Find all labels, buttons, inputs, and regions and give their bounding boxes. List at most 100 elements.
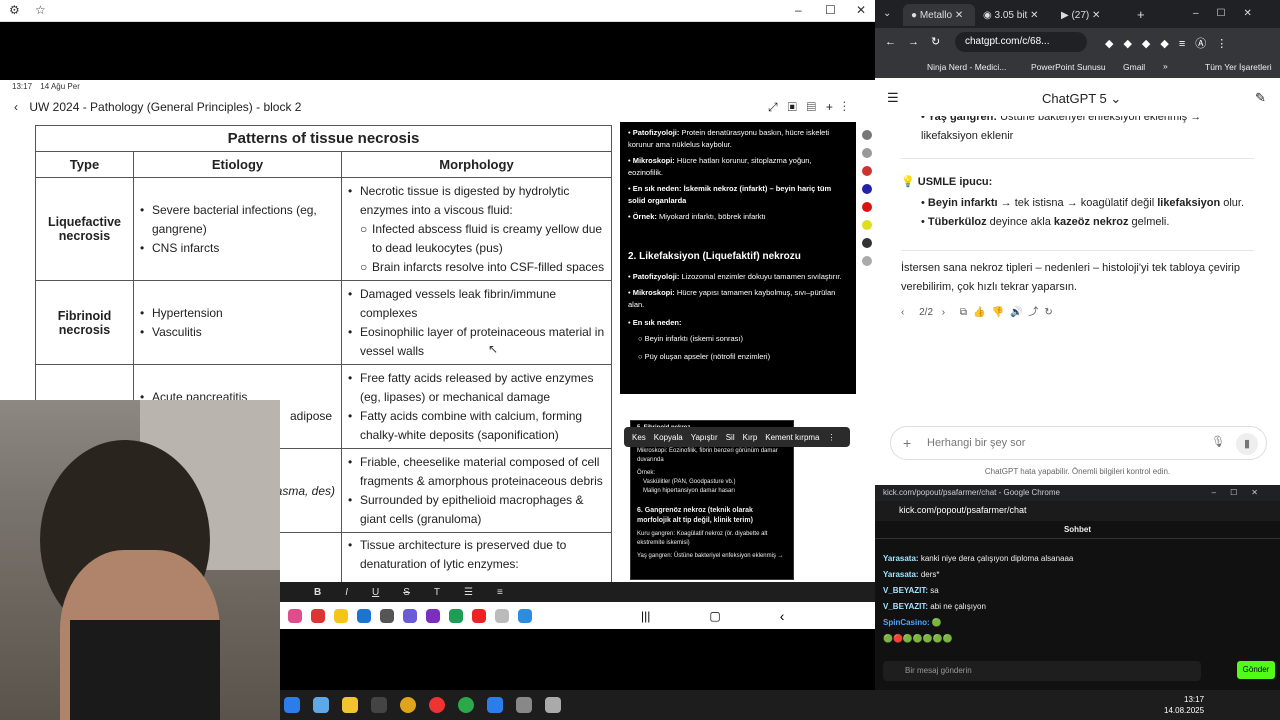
menu-lasso-crop[interactable]: Kement kırpma: [765, 433, 819, 442]
chatgpt-browser-window: ⌄ ● Metallo ✕ ◉ 3.05 bit ✕ ▶ (27) ✕ + –☐…: [875, 0, 1280, 485]
color-yellow-icon[interactable]: [861, 220, 872, 230]
app-icon[interactable]: [357, 608, 371, 623]
toolbar-icons[interactable]: ⤢▣▤+⋮: [768, 100, 856, 115]
app-icon[interactable]: [403, 608, 417, 623]
app-icon[interactable]: [449, 608, 463, 623]
emote-icon: 🟢: [931, 618, 942, 627]
kick-message-input[interactable]: Bir mesaj gönderin: [883, 661, 1201, 681]
bold-button[interactable]: B: [314, 587, 321, 598]
close-icon[interactable]: ✕: [856, 3, 866, 17]
clock[interactable]: 13:17 14.08.2025: [1164, 694, 1204, 716]
chat-message: Yarasata: ders*: [883, 570, 940, 579]
menu-crop[interactable]: Kırp: [743, 433, 758, 442]
window-controls[interactable]: –☐✕: [1193, 8, 1270, 19]
app-icon[interactable]: [371, 697, 387, 713]
kick-url[interactable]: kick.com/popout/psafarmer/chat: [875, 501, 1280, 521]
back-nav-icon[interactable]: ‹: [780, 608, 785, 624]
tab[interactable]: ◉ 3.05 bit ✕: [983, 10, 1039, 21]
plus-icon[interactable]: +: [903, 435, 911, 451]
strike-button[interactable]: S: [403, 587, 410, 598]
settings-icon[interactable]: [545, 697, 561, 713]
model-selector[interactable]: ChatGPT 5 ⌄: [1042, 91, 1121, 107]
mic-icon[interactable]: 🎙: [1211, 435, 1225, 448]
etiology-item: Vasculitis: [140, 323, 341, 342]
color-red-icon[interactable]: [861, 166, 872, 176]
header-etiology: Etiology: [133, 151, 342, 178]
text-button[interactable]: T: [434, 587, 440, 598]
chrome-icon[interactable]: [458, 697, 474, 713]
new-tab-icon[interactable]: +: [1137, 7, 1145, 22]
app-icon[interactable]: [487, 697, 503, 713]
emote-row: 🟢🔴🟢🟢🟢🟢🟢: [883, 634, 953, 643]
address-bar[interactable]: chatgpt.com/c/68...: [955, 32, 1087, 52]
eraser-icon[interactable]: [861, 256, 872, 266]
extension-icons[interactable]: ◆◆◆◆≡Ⓐ⋮: [1105, 35, 1237, 51]
voice-icon[interactable]: ▮: [1236, 433, 1258, 455]
color-blue-icon[interactable]: [861, 184, 872, 194]
opera-icon[interactable]: [429, 697, 445, 713]
bookmark-more[interactable]: »: [1163, 61, 1168, 71]
recents-icon[interactable]: |||: [641, 609, 650, 623]
row-type: Liquefactive necrosis: [35, 177, 134, 281]
chat-offer: İstersen sana nekroz tipleri – nedenleri…: [901, 262, 1240, 293]
kick-chat-tab[interactable]: Sohbet: [875, 521, 1280, 539]
start-icon[interactable]: [284, 697, 300, 713]
app-icon[interactable]: [334, 608, 348, 623]
chrome-icon[interactable]: [400, 697, 416, 713]
list-icon[interactable]: ≡: [497, 587, 503, 598]
app-icon[interactable]: [426, 608, 440, 623]
star-icon[interactable]: ☆: [35, 3, 46, 17]
bookmark[interactable]: Gmail: [1123, 62, 1145, 72]
tip-heading: 💡 USMLE ipucu:: [901, 176, 993, 188]
underline-button[interactable]: U: [372, 587, 379, 598]
cursor-icon: ↖: [488, 342, 499, 356]
align-icon[interactable]: ☰: [464, 587, 473, 598]
note-line: Lizozomal enzimler dokuyu tamamen sıvıla…: [681, 272, 842, 281]
clock-date: 14.08.2025: [1164, 706, 1205, 715]
etiology-item: Severe bacterial infections (eg, gangren…: [140, 201, 341, 239]
home-icon[interactable]: ▢: [709, 609, 720, 623]
menu-delete[interactable]: Sil: [726, 433, 735, 442]
nav-icons[interactable]: ←→↻: [885, 35, 952, 48]
new-chat-icon[interactable]: ✎: [1255, 90, 1266, 106]
app-icon[interactable]: [311, 608, 325, 623]
person-shirt: [70, 620, 220, 720]
gear-icon[interactable]: ⚙: [9, 3, 20, 17]
app-icon[interactable]: [313, 697, 329, 713]
morphology-item: Friable, cheeselike material composed of…: [348, 453, 605, 491]
message-actions[interactable]: ‹ 2/2 › ⧉👍👎🔊⤴↻: [875, 297, 1280, 322]
tab[interactable]: ▶ (27) ✕: [1061, 10, 1100, 21]
menu-copy[interactable]: Kopyala: [654, 433, 683, 442]
app-icon[interactable]: [516, 697, 532, 713]
app-icon[interactable]: [518, 608, 532, 623]
chat-input[interactable]: + Herhangi bir şey sor 🎙 ▮: [890, 426, 1267, 460]
mirror-titlebar: ⚙ ☆ – ☐ ✕: [0, 0, 875, 22]
pen-tool-icon[interactable]: [861, 130, 872, 140]
menu-paste[interactable]: Yapıştır: [691, 433, 718, 442]
notes-heading: 2. Likefaksiyon (Liquefaktif) nekrozu: [628, 251, 801, 262]
bookmark-folder[interactable]: Tüm Yer İşaretleri: [1205, 62, 1272, 72]
back-icon[interactable]: ‹: [14, 100, 18, 114]
minimize-icon[interactable]: –: [795, 3, 802, 17]
tab-active[interactable]: ● Metallo ✕: [903, 4, 975, 26]
folder-icon[interactable]: [342, 697, 358, 713]
app-icon[interactable]: [495, 608, 509, 623]
more-icon[interactable]: ⋮: [828, 433, 836, 442]
app-icon[interactable]: [288, 608, 302, 623]
tab-strip: ⌄ ● Metallo ✕ ◉ 3.05 bit ✕ ▶ (27) ✕ + –☐…: [875, 0, 1280, 28]
bookmark[interactable]: PowerPoint Sunusu: [1031, 62, 1106, 72]
card-line: Vaskülitler (PAN, Goodpasture vb.): [643, 479, 736, 485]
highlighter-icon[interactable]: [861, 148, 872, 158]
bookmark[interactable]: Ninja Nerd - Medici...: [927, 62, 1006, 72]
italic-button[interactable]: I: [345, 587, 348, 598]
app-icon[interactable]: [380, 608, 394, 623]
maximize-icon[interactable]: ☐: [825, 3, 836, 17]
line-tool-icon[interactable]: [861, 238, 872, 248]
tab-search-icon[interactable]: ⌄: [883, 8, 891, 19]
sidebar-icon[interactable]: ☰: [887, 90, 899, 106]
color-red2-icon[interactable]: [861, 202, 872, 212]
send-button[interactable]: Gönder: [1237, 661, 1275, 679]
menu-cut[interactable]: Kes: [632, 433, 646, 442]
app-icon[interactable]: [472, 608, 486, 623]
bookmarks-bar: Ninja Nerd - Medici... PowerPoint Sunusu…: [875, 56, 1280, 78]
